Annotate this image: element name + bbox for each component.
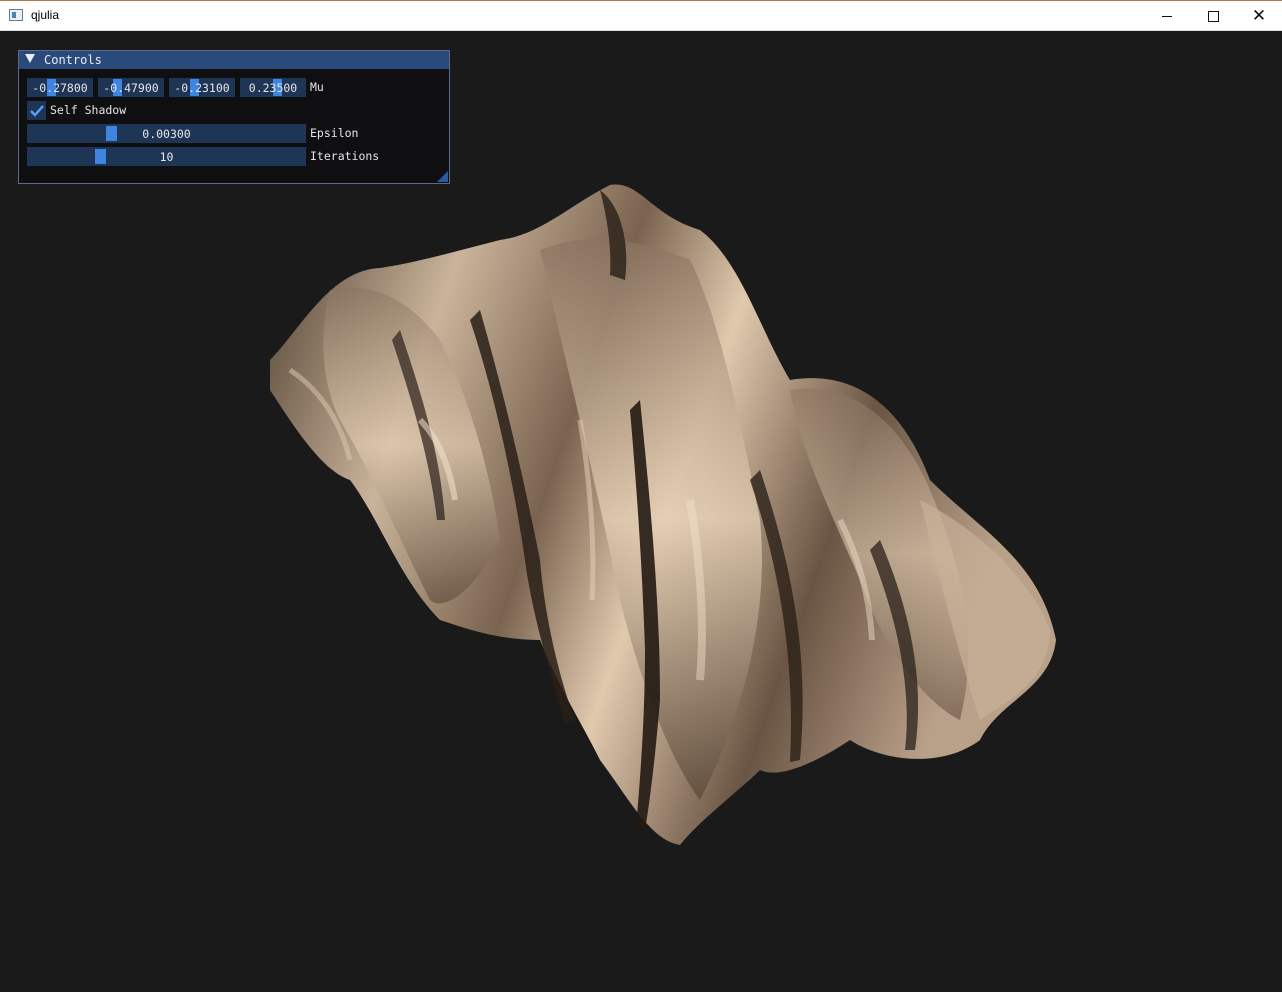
controls-panel[interactable]: Controls -0.27800 -0.47900 -0.23100 0.23… [18,50,450,184]
app-icon [9,9,23,21]
close-icon: ✕ [1251,5,1267,26]
checkmark-icon [29,104,44,117]
window-titlebar[interactable]: qjulia ✕ [0,0,1282,31]
epsilon-slider-grab[interactable] [106,126,117,141]
window-title: qjulia [31,8,60,22]
iterations-label: Iterations [310,149,380,163]
mu-z-value: -0.23100 [174,80,230,95]
epsilon-label: Epsilon [310,126,359,140]
epsilon-value: 0.00300 [142,126,191,141]
mu-x-value: -0.27800 [32,80,88,95]
mu-y-drag[interactable]: -0.47900 [98,78,164,97]
mu-label: Mu [310,80,324,94]
panel-resize-grip[interactable] [437,171,448,182]
collapse-arrow-icon[interactable] [25,54,35,63]
mu-w-value: 0.23500 [248,80,298,95]
maximize-icon [1207,10,1219,22]
iterations-value: 10 [159,149,174,164]
close-button[interactable]: ✕ [1236,1,1282,31]
mu-z-drag[interactable]: -0.23100 [169,78,235,97]
self-shadow-label[interactable]: Self Shadow [50,103,126,117]
epsilon-slider[interactable]: 0.00300 [27,124,306,143]
maximize-button[interactable] [1190,1,1236,31]
controls-panel-title: Controls [44,53,102,67]
mu-w-drag[interactable]: 0.23500 [240,78,306,97]
mu-x-drag[interactable]: -0.27800 [27,78,93,97]
iterations-slider[interactable]: 10 [27,147,306,166]
self-shadow-checkbox[interactable] [27,101,46,120]
minimize-icon [1162,15,1172,17]
iterations-slider-grab[interactable] [95,149,106,164]
render-viewport[interactable]: Controls -0.27800 -0.47900 -0.23100 0.23… [0,31,1282,992]
controls-panel-header[interactable]: Controls [19,51,449,69]
mu-y-value: -0.47900 [103,80,159,95]
minimize-button[interactable] [1144,1,1190,31]
